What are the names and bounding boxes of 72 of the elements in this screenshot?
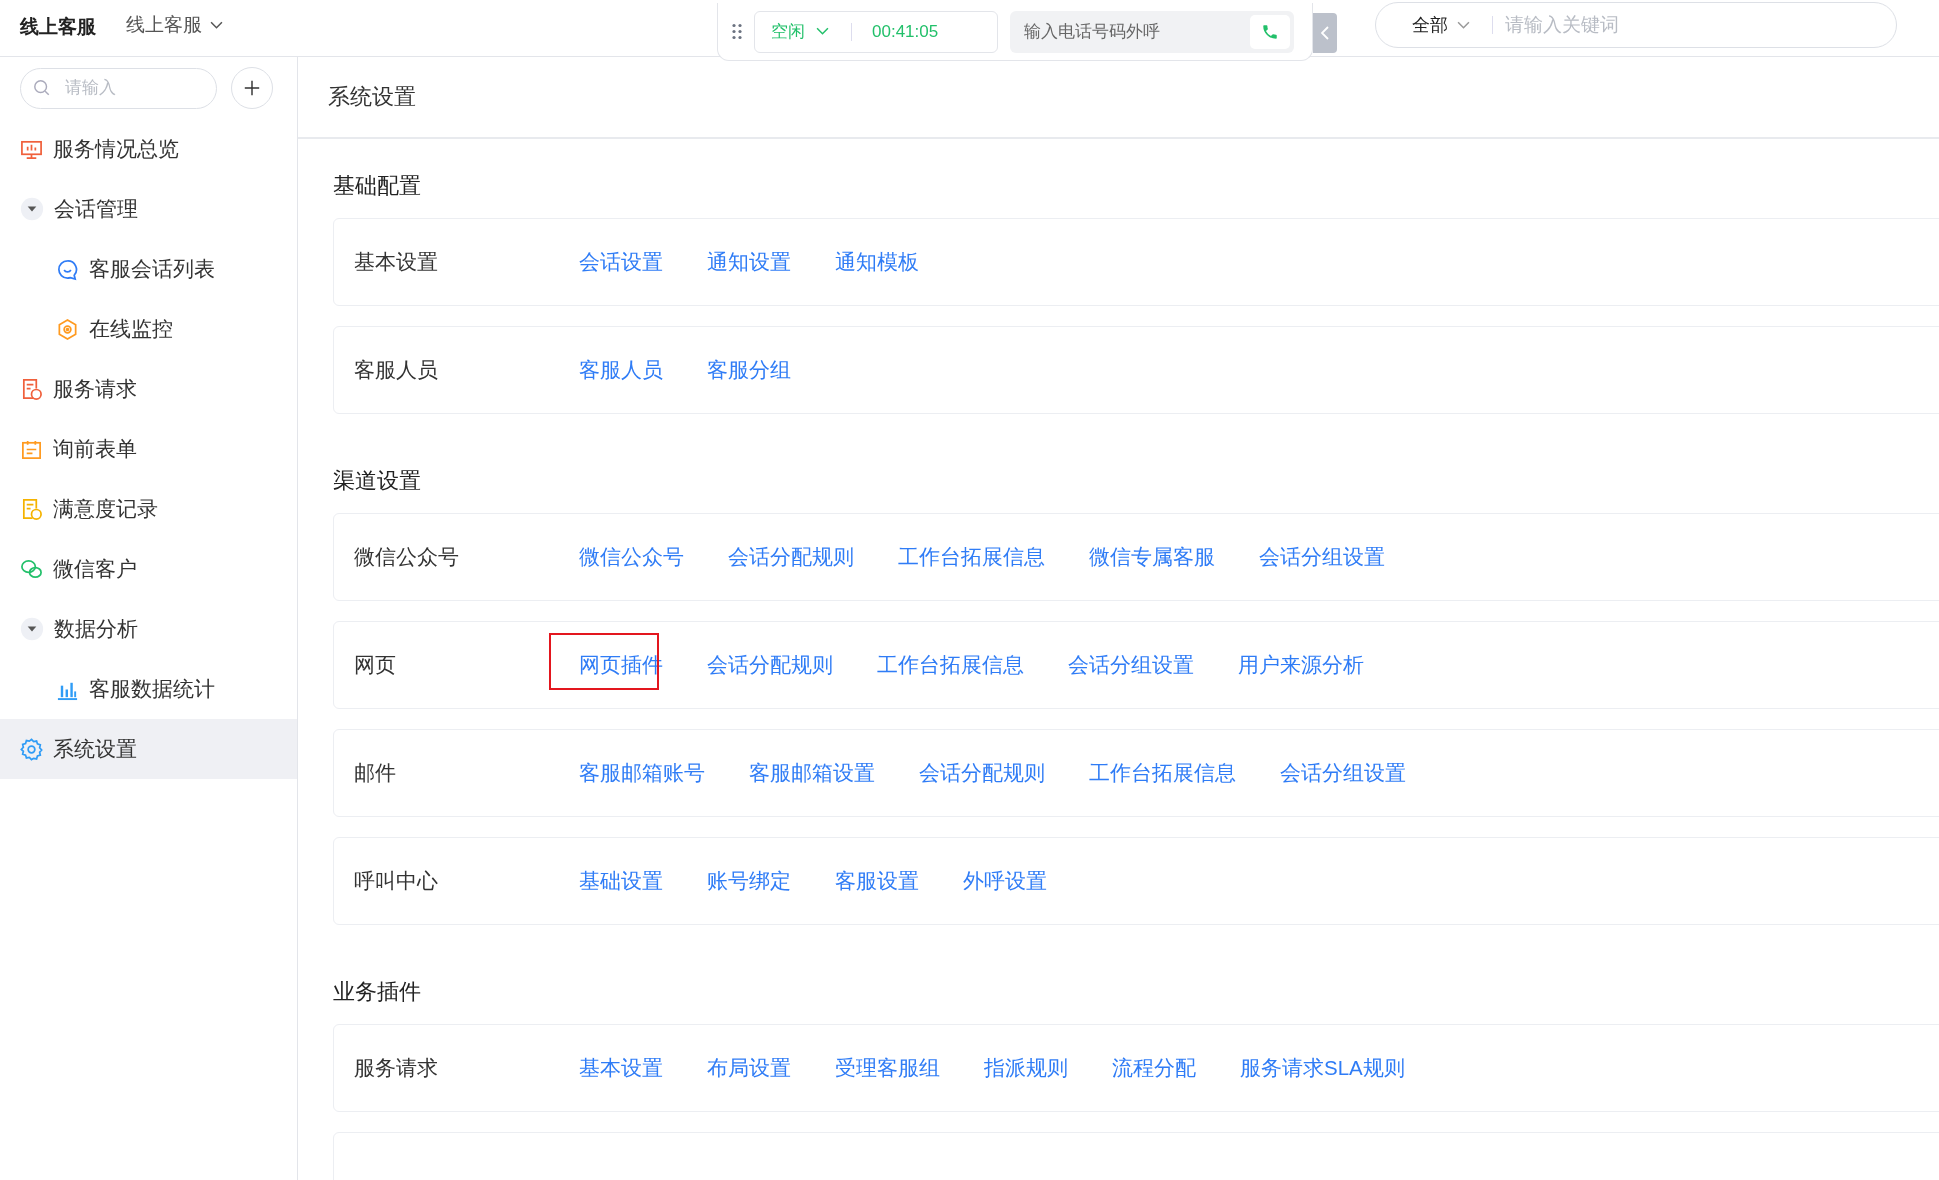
settings-link[interactable]: 客服分组 <box>707 358 791 381</box>
chevron-down-icon <box>816 27 829 36</box>
chevron-down-icon <box>1457 20 1470 30</box>
chevron-left-icon <box>1321 26 1329 40</box>
settings-link[interactable]: 会话分组设置 <box>1259 545 1385 568</box>
settings-link[interactable]: 会话分配规则 <box>919 761 1045 784</box>
settings-link[interactable]: 指派规则 <box>984 1056 1068 1079</box>
phone-input-field[interactable]: 输入电话号码外呼 <box>1010 10 1294 53</box>
settings-link[interactable]: 工作台拓展信息 <box>1089 761 1236 784</box>
settings-link[interactable]: 会话分组设置 <box>1068 653 1194 676</box>
settings-link[interactable]: 通知设置 <box>707 250 791 273</box>
workspace-dropdown[interactable]: 线上客服 <box>126 12 223 38</box>
sidebar-item[interactable]: 客服数据统计 <box>0 659 297 719</box>
page-title: 系统设置 <box>328 83 416 111</box>
sidebar-item[interactable]: 服务请求 <box>0 359 297 419</box>
phone-icon <box>1261 22 1279 41</box>
settings-link[interactable]: 工作台拓展信息 <box>898 545 1045 568</box>
call-timer: 00:41:05 <box>872 21 939 42</box>
settings-link[interactable]: 会话设置 <box>579 250 663 273</box>
settings-link[interactable]: 工作台拓展信息 <box>877 653 1024 676</box>
sidebar-item[interactable]: 微信客户 <box>0 539 297 599</box>
settings-link[interactable]: 外呼设置 <box>963 869 1047 892</box>
settings-link[interactable]: 基本设置 <box>579 1056 663 1079</box>
gear-icon <box>20 737 43 761</box>
settings-link[interactable]: 微信公众号 <box>579 545 684 568</box>
document-icon <box>20 377 43 401</box>
scope-dropdown[interactable]: 全部 <box>1412 13 1470 37</box>
chat-bubbles-icon <box>20 557 43 581</box>
settings-link[interactable]: 通知模板 <box>835 250 919 273</box>
settings-link[interactable]: 流程分配 <box>1112 1056 1196 1079</box>
settings-link[interactable]: 受理客服组 <box>835 1056 940 1079</box>
add-button[interactable] <box>231 67 273 109</box>
category-label: 呼叫中心 <box>354 868 439 894</box>
settings-link[interactable]: 会话分配规则 <box>707 653 833 676</box>
category-label: 客服人员 <box>354 357 439 383</box>
chat-bubble-icon <box>56 257 79 281</box>
section-title: 业务插件 <box>333 979 422 1005</box>
section-title: 渠道设置 <box>333 468 422 494</box>
settings-link[interactable]: 账号绑定 <box>707 869 791 892</box>
settings-link[interactable]: 基础设置 <box>579 869 663 892</box>
settings-link[interactable]: 会话分组设置 <box>1280 761 1406 784</box>
category-label: 邮件 <box>354 760 397 786</box>
section-title: 基础配置 <box>333 173 422 199</box>
settings-link[interactable]: 客服人员 <box>579 358 663 381</box>
search-icon <box>33 79 51 97</box>
phone-input[interactable]: 输入电话号码外呼 <box>1022 20 1250 43</box>
sidebar-item[interactable]: 在线监控 <box>0 299 297 359</box>
settings-link[interactable]: 微信专属客服 <box>1089 545 1215 568</box>
settings-link[interactable]: 用户来源分析 <box>1238 653 1364 676</box>
category-label: 服务请求 <box>354 1055 439 1081</box>
app-title: 线上客服 <box>20 15 96 39</box>
hexagon-eye-icon <box>56 317 79 341</box>
sidebar-item[interactable]: 满意度记录 <box>0 479 297 539</box>
drag-handle-icon[interactable] <box>732 23 742 40</box>
settings-link[interactable]: 布局设置 <box>707 1056 791 1079</box>
settings-link[interactable]: 客服邮箱设置 <box>749 761 875 784</box>
sidebar-item[interactable]: 服务情况总览 <box>0 119 297 179</box>
settings-link[interactable]: 会话分配规则 <box>728 545 854 568</box>
sidebar-item[interactable]: 系统设置 <box>0 719 297 779</box>
sidebar-item[interactable]: 数据分析 <box>0 599 297 659</box>
sidebar-item[interactable]: 询前表单 <box>0 419 297 479</box>
sidebar-item[interactable]: 客服会话列表 <box>0 239 297 299</box>
plus-icon <box>243 79 261 97</box>
chevron-down-icon <box>210 20 223 30</box>
category-label: 网页 <box>354 652 397 678</box>
category-label: 基本设置 <box>354 249 439 275</box>
category-label: 微信公众号 <box>354 544 460 570</box>
settings-link[interactable]: 服务请求SLA规则 <box>1240 1056 1405 1079</box>
settings-link[interactable]: 客服邮箱账号 <box>579 761 705 784</box>
settings-link[interactable]: 客服设置 <box>835 869 919 892</box>
sidebar-item[interactable]: 会话管理 <box>0 179 297 239</box>
status-dropdown[interactable]: 空闲 <box>771 20 829 43</box>
